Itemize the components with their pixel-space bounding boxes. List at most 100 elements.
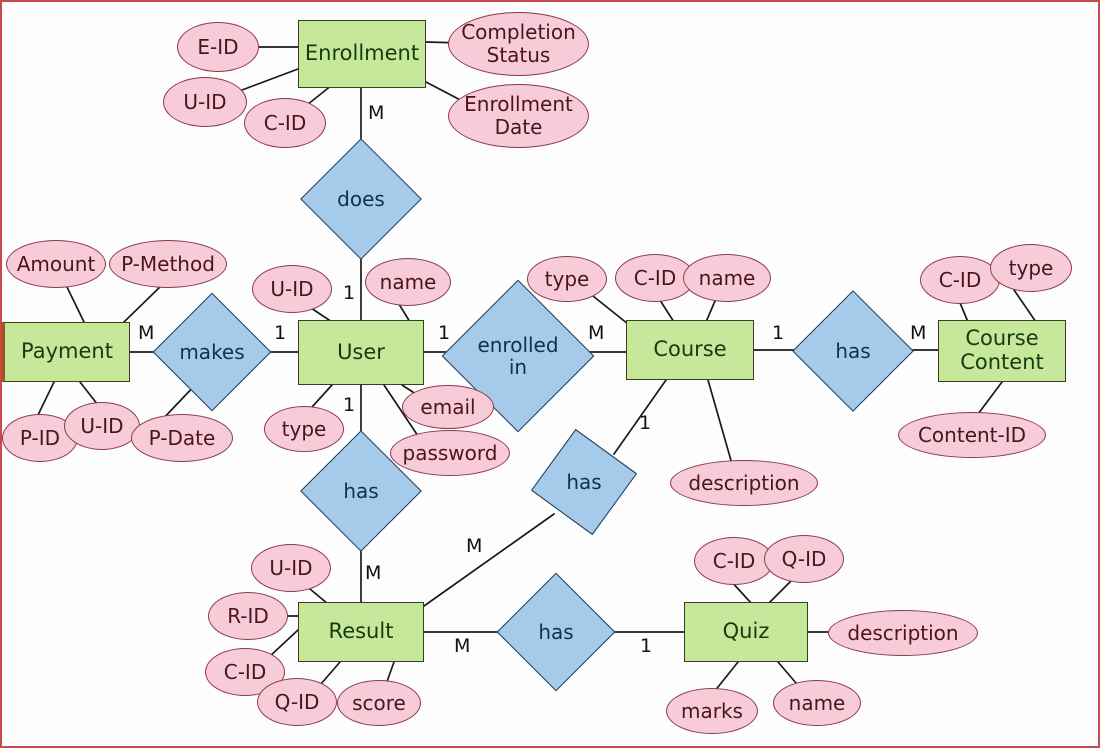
attribute-course-content-cid-label: C-ID bbox=[938, 267, 982, 292]
diamond-shape-course-has-result bbox=[530, 428, 638, 536]
attribute-enrollment-status-line1: Completion bbox=[461, 20, 576, 45]
attribute-enrollment-date-line1: Enrollment bbox=[464, 92, 573, 117]
attribute-quiz-marks[interactable]: marks bbox=[666, 688, 758, 734]
attribute-quiz-cid[interactable]: C-ID bbox=[694, 537, 774, 585]
entity-result[interactable]: Result bbox=[298, 602, 424, 662]
relationship-course-has-result[interactable]: has bbox=[530, 428, 638, 536]
attribute-result-uid[interactable]: U-ID bbox=[251, 544, 331, 592]
cardinality-user-enrolledin: 1 bbox=[438, 322, 451, 344]
entity-user[interactable]: User bbox=[298, 320, 424, 385]
edge-course-hasresult bbox=[613, 379, 667, 455]
attribute-quiz-marks-label: marks bbox=[681, 698, 743, 723]
edge-user-type bbox=[311, 384, 333, 408]
attribute-payment-pdate-label: P-Date bbox=[148, 425, 216, 450]
diamond-shape-result-has-quiz bbox=[496, 572, 616, 692]
edge-payment-pid bbox=[37, 381, 55, 416]
entity-user-label: User bbox=[337, 339, 385, 364]
attribute-course-type[interactable]: type bbox=[527, 256, 607, 302]
attribute-course-cid-label: C-ID bbox=[633, 265, 677, 290]
cardinality-enrollment-does: M bbox=[368, 102, 385, 124]
attribute-enrollment-eid[interactable]: E-ID bbox=[177, 22, 259, 72]
edge-payment-pmethod bbox=[123, 284, 163, 323]
attribute-result-uid-label: U-ID bbox=[269, 555, 313, 580]
entity-course-content-label-line1: Course bbox=[965, 326, 1039, 351]
diamond-shape-does bbox=[300, 138, 422, 260]
attribute-result-cid-label: C-ID bbox=[223, 659, 267, 684]
cardinality-does-user: 1 bbox=[343, 282, 356, 304]
attribute-course-content-cid[interactable]: C-ID bbox=[920, 256, 1000, 304]
attribute-enrollment-cid-label: C-ID bbox=[263, 110, 307, 135]
entity-enrollment[interactable]: Enrollment bbox=[298, 20, 426, 88]
cardinality-hasresult-result: M bbox=[466, 535, 483, 557]
cardinality-user-has-result: 1 bbox=[343, 394, 356, 416]
attribute-result-qid[interactable]: Q-ID bbox=[257, 678, 337, 726]
cardinality-payment-makes: M bbox=[138, 322, 155, 344]
relationship-user-has-result[interactable]: has bbox=[300, 430, 422, 552]
attribute-enrollment-date-line2: Date bbox=[494, 115, 543, 139]
attribute-result-rid[interactable]: R-ID bbox=[208, 592, 288, 640]
entity-course-content[interactable]: Course Content bbox=[938, 320, 1066, 382]
attribute-payment-pid-label: P-ID bbox=[19, 425, 61, 450]
cardinality-makes-user: 1 bbox=[274, 322, 287, 344]
cardinality-has-quiz: 1 bbox=[640, 635, 653, 657]
relationship-does[interactable]: does bbox=[300, 138, 422, 260]
attribute-user-password[interactable]: password bbox=[390, 430, 510, 476]
relationship-makes[interactable]: makes bbox=[152, 292, 272, 412]
entity-course-content-label-line2: Content bbox=[960, 350, 1044, 374]
attribute-quiz-name-label: name bbox=[788, 690, 846, 715]
attribute-course-content-type[interactable]: type bbox=[990, 244, 1072, 292]
attribute-course-type-label: type bbox=[544, 266, 590, 291]
attribute-course-content-type-label: type bbox=[1008, 255, 1054, 280]
entity-quiz[interactable]: Quiz bbox=[684, 602, 808, 662]
attribute-payment-uid[interactable]: U-ID bbox=[64, 402, 140, 450]
attribute-payment-pmethod[interactable]: P-Method bbox=[109, 240, 227, 288]
cardinality-enrolledin-course: M bbox=[588, 322, 605, 344]
attribute-quiz-description-label: description bbox=[847, 620, 959, 645]
edge-course-description bbox=[707, 379, 733, 465]
attribute-quiz-qid-label: Q-ID bbox=[781, 546, 827, 571]
cardinality-has-result: M bbox=[365, 562, 382, 584]
attribute-user-email-label: email bbox=[420, 394, 476, 419]
attribute-enrollment-uid-label: U-ID bbox=[183, 89, 227, 114]
attribute-result-score-label: score bbox=[352, 690, 406, 715]
attribute-course-description-label: description bbox=[688, 470, 800, 495]
attribute-enrollment-completion-status[interactable]: Completion Status bbox=[448, 12, 589, 76]
attribute-quiz-cid-label: C-ID bbox=[712, 548, 756, 573]
attribute-quiz-name[interactable]: name bbox=[773, 680, 861, 726]
diamond-shape-course-has-content bbox=[792, 290, 914, 412]
edge-quiz-qid bbox=[767, 579, 793, 605]
attribute-payment-pdate[interactable]: P-Date bbox=[131, 414, 233, 462]
entity-quiz-label: Quiz bbox=[722, 619, 770, 644]
attribute-user-type-label: type bbox=[281, 416, 327, 441]
attribute-enrollment-date[interactable]: Enrollment Date bbox=[448, 84, 589, 148]
attribute-course-description[interactable]: description bbox=[670, 460, 818, 506]
attribute-course-name-label: name bbox=[698, 265, 756, 290]
relationship-course-has-content[interactable]: has bbox=[792, 290, 914, 412]
attribute-payment-amount[interactable]: Amount bbox=[6, 240, 106, 288]
attribute-result-qid-label: Q-ID bbox=[274, 689, 320, 714]
attribute-payment-uid-label: U-ID bbox=[80, 413, 124, 438]
attribute-course-content-contentid[interactable]: Content-ID bbox=[898, 412, 1046, 458]
entity-payment[interactable]: Payment bbox=[2, 322, 130, 382]
attribute-enrollment-uid[interactable]: U-ID bbox=[163, 77, 247, 127]
attribute-course-name[interactable]: name bbox=[683, 254, 771, 302]
attribute-quiz-qid[interactable]: Q-ID bbox=[764, 535, 844, 583]
cardinality-result-has-quiz: M bbox=[454, 635, 471, 657]
attribute-enrollment-cid[interactable]: C-ID bbox=[244, 98, 326, 148]
attribute-payment-amount-label: Amount bbox=[16, 251, 96, 276]
relationship-result-has-quiz[interactable]: has bbox=[496, 572, 616, 692]
attribute-quiz-description[interactable]: description bbox=[828, 610, 978, 656]
attribute-user-type[interactable]: type bbox=[264, 406, 344, 452]
attribute-user-email[interactable]: email bbox=[402, 385, 494, 429]
attribute-result-score[interactable]: score bbox=[337, 680, 421, 726]
attribute-user-uid[interactable]: U-ID bbox=[252, 265, 332, 313]
attribute-result-rid-label: R-ID bbox=[227, 603, 269, 628]
entity-course[interactable]: Course bbox=[626, 320, 754, 380]
edge-payment-amount bbox=[65, 284, 85, 323]
entity-result-label: Result bbox=[328, 619, 394, 644]
attribute-user-name[interactable]: name bbox=[365, 258, 451, 306]
cardinality-has-coursecontent: M bbox=[910, 322, 927, 344]
attribute-user-password-label: password bbox=[402, 440, 498, 465]
edge-course-type bbox=[587, 291, 629, 325]
edge-enrollment-uid bbox=[241, 68, 299, 91]
